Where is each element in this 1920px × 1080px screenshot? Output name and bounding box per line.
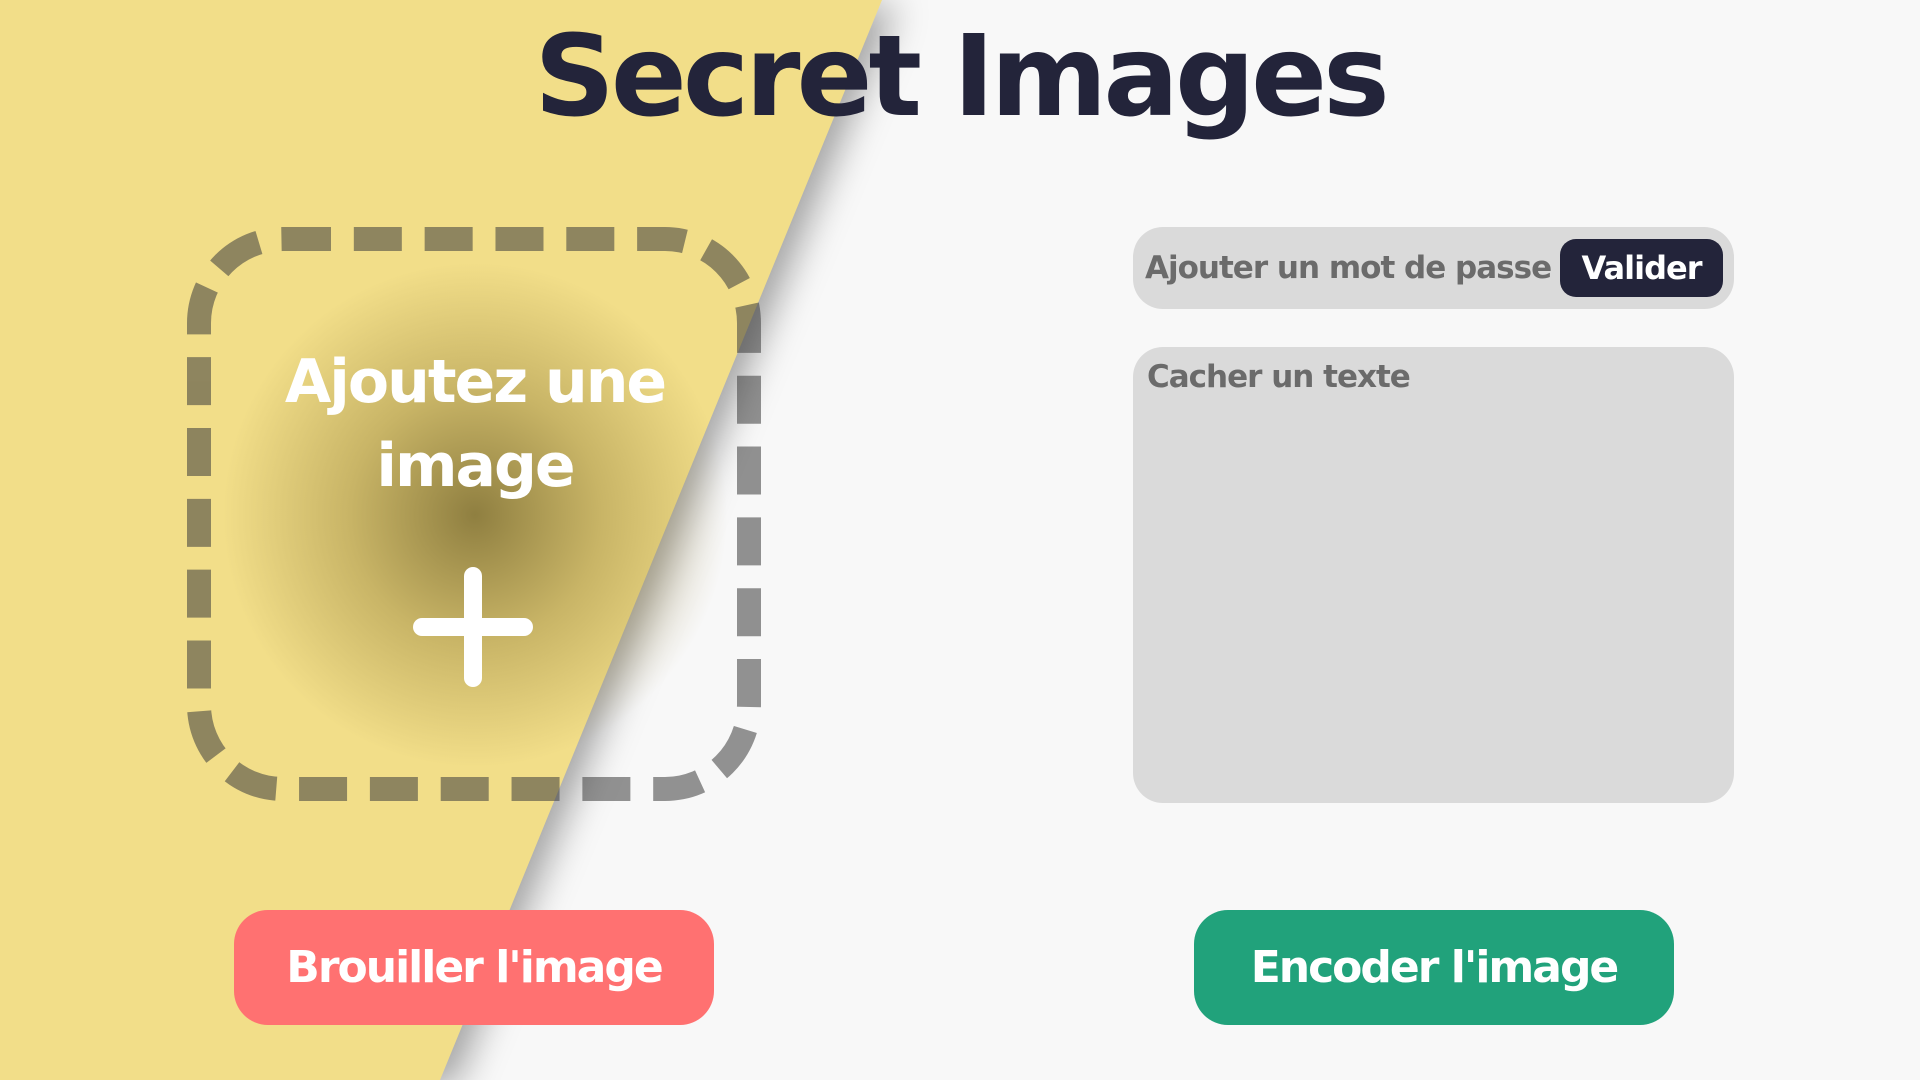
password-input[interactable] [1145,239,1555,297]
scramble-image-button[interactable]: Brouiller l'image [234,910,714,1025]
validate-button[interactable]: Valider [1560,239,1723,297]
encode-image-button[interactable]: Encoder l'image [1194,910,1674,1025]
dropzone-label: Ajoutez une image [284,347,667,501]
page-title: Secret Images [534,12,1390,142]
secret-text-input[interactable] [1133,347,1734,803]
image-dropzone[interactable] [187,227,761,801]
password-bar: Valider [1133,227,1734,309]
plus-icon[interactable] [413,567,533,687]
